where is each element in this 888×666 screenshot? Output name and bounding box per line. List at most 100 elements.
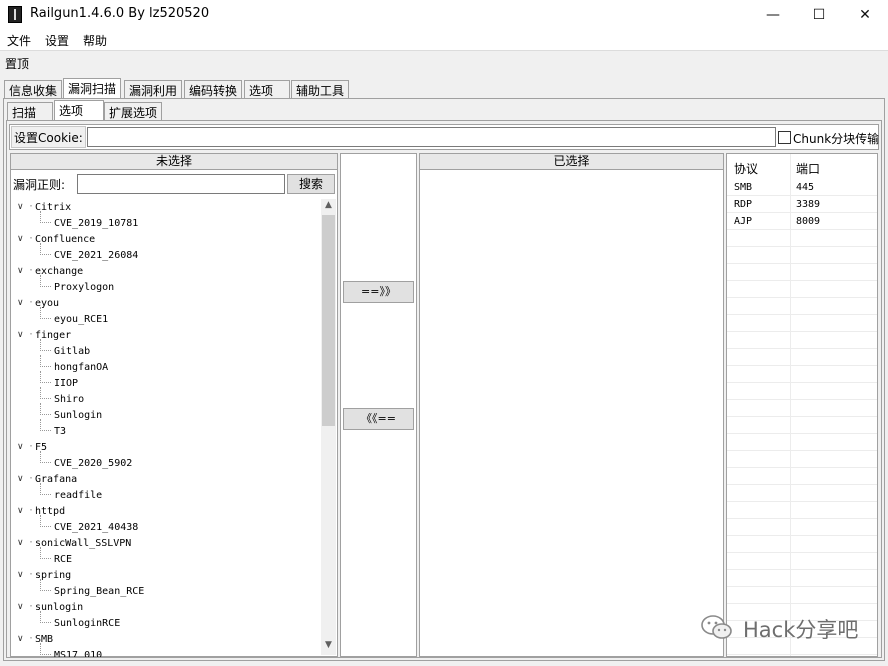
add-selected-button[interactable]: ==》》 [343,281,414,303]
cookie-input[interactable] [87,127,776,147]
tab-aux-tools[interactable]: 辅助工具 [291,80,350,98]
tree-dot: · [28,297,35,308]
tree-connector [40,643,51,655]
chevron-down-icon[interactable]: ∨ [17,634,24,644]
vuln-regex-label: 漏洞正则: [13,178,66,192]
remove-selected-button[interactable]: 《《== [343,408,414,430]
port-grid-row [727,314,877,332]
tab-info-collect[interactable]: 信息收集 [4,80,63,98]
tree-item[interactable]: hongfanOA [54,362,108,378]
tree-item[interactable]: Sunlogin [54,410,102,426]
tree-connector [40,275,51,287]
tree-item[interactable]: MS17_010 [54,650,102,657]
minimize-button[interactable]: — [750,0,796,30]
chevron-down-icon[interactable]: ∨ [17,266,24,276]
chevron-down-icon[interactable]: ∨ [17,602,24,612]
tree-item[interactable]: Proxylogon [54,282,114,298]
tab-options[interactable]: 选项 [244,80,290,98]
tree-dot: · [28,233,35,244]
vuln-tree[interactable]: ∨ · Citrix CVE_2019_10781 ∨ · Confluence CVE_20… [11,197,321,657]
chevron-down-icon[interactable]: ∨ [17,538,24,548]
tab-vuln-exploit[interactable]: 漏洞利用 [124,80,183,98]
tree-item[interactable]: CVE_2019_10781 [54,218,138,234]
chevron-down-icon[interactable]: ∨ [17,202,24,212]
chevron-down-icon[interactable]: ∨ [17,442,24,452]
subtab-scan[interactable]: 扫描 [7,102,53,120]
port-grid-row [727,399,877,417]
transfer-panel [340,153,417,657]
port-grid-row [727,467,877,485]
tree-item[interactable]: CVE_2020_5902 [54,458,132,474]
port-grid-row [727,382,877,400]
tree-dot: · [28,329,35,340]
tree-connector [40,403,51,415]
subtab-extended-options[interactable]: 扩展选项 [104,102,163,120]
tab-vuln-scan[interactable]: 漏洞扫描 [63,78,122,98]
chevron-down-icon[interactable]: ∨ [17,506,24,516]
tree-dot: · [28,201,35,212]
port-row-protocol[interactable]: SMB [734,182,752,193]
port-row-port[interactable]: 8009 [796,216,820,227]
search-button[interactable]: 搜索 [287,174,335,194]
watermark-text: Hack分享吧 [743,618,859,642]
port-grid-row [727,416,877,434]
port-grid-row [727,365,877,383]
app-icon [8,6,22,23]
chunk-transfer-label: Chunk分块传输 [793,132,880,146]
tree-item[interactable]: IIOP [54,378,78,394]
maximize-button[interactable]: ☐ [796,0,842,30]
tree-item[interactable]: Spring_Bean_RCE [54,586,144,602]
tree-item[interactable]: eyou_RCE1 [54,314,108,330]
tree-item[interactable]: T3 [54,426,66,442]
port-grid-row [727,518,877,536]
vuln-regex-input[interactable] [77,174,285,194]
window-title: Railgun1.4.6.0 By lz520520 [30,6,210,21]
subtab-options[interactable]: 选项 [54,100,104,120]
menu-settings[interactable]: 设置 [45,32,69,49]
tree-item[interactable]: Gitlab [54,346,90,362]
tree-connector [40,419,51,431]
tree-dot: · [28,473,35,484]
chevron-down-icon[interactable]: ∨ [17,474,24,484]
tree-item[interactable]: CVE_2021_26084 [54,250,138,266]
toolbar [0,50,888,76]
chevron-down-icon[interactable]: ∨ [17,570,24,580]
port-table[interactable] [726,153,878,657]
port-grid-row [727,297,877,315]
port-row-port[interactable]: 3389 [796,199,820,210]
tree-connector [40,371,51,383]
port-row-port[interactable]: 445 [796,182,814,193]
chevron-down-icon[interactable]: ∨ [17,234,24,244]
tree-item[interactable]: RCE [54,554,72,570]
port-grid-row [727,263,877,281]
tree-dot: · [28,633,35,644]
port-grid-row [727,280,877,298]
port-grid-row [727,484,877,502]
tree-item[interactable]: readfile [54,490,102,506]
menu-file[interactable]: 文件 [7,32,31,49]
chunk-transfer-checkbox[interactable] [778,131,791,144]
tree-item[interactable]: SunloginRCE [54,618,120,634]
scroll-down-icon[interactable]: ▼ [321,640,336,655]
tree-connector [40,387,51,399]
port-grid-row [727,433,877,451]
scroll-up-icon[interactable]: ▲ [321,200,336,215]
port-grid-row [727,535,877,553]
close-button[interactable]: ✕ [842,0,888,30]
pin-on-top-toggle[interactable]: 置顶 [5,55,29,72]
tree-connector [40,483,51,495]
tree-connector [40,611,51,623]
tab-encoding[interactable]: 编码转换 [184,80,243,98]
tree-scrollbar-thumb[interactable] [322,215,335,426]
tree-dot: · [28,569,35,580]
menu-help[interactable]: 帮助 [83,32,107,49]
chevron-down-icon[interactable]: ∨ [17,298,24,308]
tree-item[interactable]: Shiro [54,394,84,410]
port-row-protocol[interactable]: RDP [734,199,752,210]
port-row-protocol[interactable]: AJP [734,216,752,227]
port-grid-row [727,229,877,247]
selected-panel[interactable] [419,153,724,657]
chevron-down-icon[interactable]: ∨ [17,330,24,340]
tree-item[interactable]: CVE_2021_40438 [54,522,138,538]
tree-connector [40,451,51,463]
